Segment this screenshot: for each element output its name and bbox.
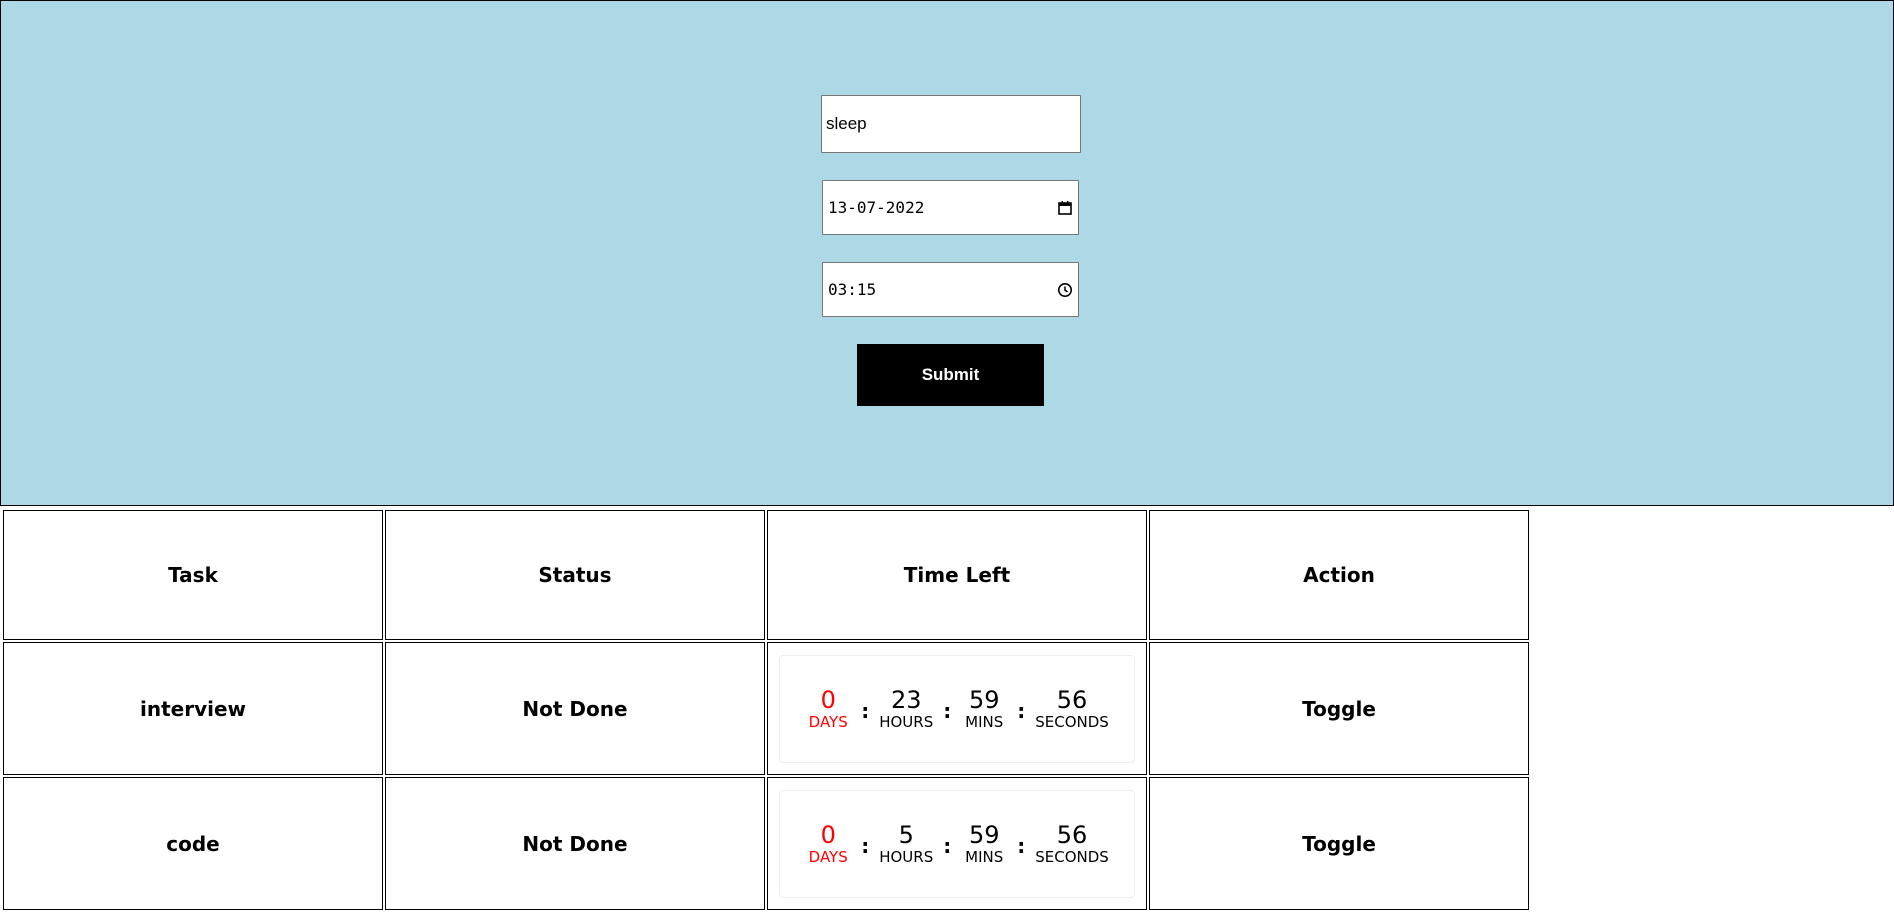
- header-task: Task: [3, 510, 383, 640]
- toggle-button[interactable]: Toggle: [1149, 777, 1529, 910]
- countdown-hours: 23 HOURS: [879, 686, 933, 731]
- header-action: Action: [1149, 510, 1529, 640]
- due-date-input[interactable]: 13-07-2022: [822, 180, 1079, 235]
- countdown-days: 0 DAYS: [805, 686, 851, 731]
- mins-value: 59: [968, 821, 1000, 849]
- header-status: Status: [385, 510, 765, 640]
- seconds-label: SECONDS: [1035, 848, 1109, 866]
- time-left-cell: 0 DAYS : 23 HOURS : 59 MINS : 56 SECONDS: [767, 642, 1147, 775]
- countdown-separator: :: [1017, 833, 1026, 858]
- due-time-input[interactable]: 03:15: [822, 262, 1079, 317]
- countdown-timer: 0 DAYS : 23 HOURS : 59 MINS : 56 SECONDS: [779, 654, 1135, 763]
- task-form-panel: sleep 13-07-2022 03:15 Submit: [0, 0, 1894, 506]
- table-header-row: Task Status Time Left Action: [3, 510, 1529, 640]
- calendar-icon[interactable]: [1057, 200, 1073, 216]
- countdown-seconds: 56 SECONDS: [1035, 821, 1109, 866]
- days-value: 0: [820, 821, 836, 849]
- days-label: DAYS: [808, 713, 848, 731]
- seconds-value: 56: [1056, 821, 1088, 849]
- task-table: Task Status Time Left Action interview N…: [0, 507, 1532, 913]
- header-time-left: Time Left: [767, 510, 1147, 640]
- mins-label: MINS: [965, 848, 1004, 866]
- days-label: DAYS: [808, 848, 848, 866]
- hours-label: HOURS: [879, 713, 934, 731]
- countdown-separator: :: [861, 698, 870, 723]
- toggle-button[interactable]: Toggle: [1149, 642, 1529, 775]
- status-cell: Not Done: [385, 777, 765, 910]
- table-row: interview Not Done 0 DAYS : 23 HOURS : 5…: [3, 642, 1529, 775]
- hours-value: 23: [890, 686, 922, 714]
- hours-value: 5: [898, 821, 914, 849]
- seconds-value: 56: [1056, 686, 1088, 714]
- countdown-days: 0 DAYS: [805, 821, 851, 866]
- countdown-separator: :: [861, 833, 870, 858]
- table-row: code Not Done 0 DAYS : 5 HOURS : 59 MINS…: [3, 777, 1529, 910]
- countdown-separator: :: [943, 833, 952, 858]
- hours-label: HOURS: [879, 848, 934, 866]
- countdown-timer: 0 DAYS : 5 HOURS : 59 MINS : 56 SECONDS: [779, 789, 1135, 898]
- task-cell: interview: [3, 642, 383, 775]
- status-cell: Not Done: [385, 642, 765, 775]
- time-left-cell: 0 DAYS : 5 HOURS : 59 MINS : 56 SECONDS: [767, 777, 1147, 910]
- days-value: 0: [820, 686, 836, 714]
- date-value: 13-07-2022: [828, 198, 925, 217]
- countdown-hours: 5 HOURS: [879, 821, 933, 866]
- countdown-seconds: 56 SECONDS: [1035, 686, 1109, 731]
- task-name-input[interactable]: sleep: [821, 95, 1081, 153]
- mins-value: 59: [968, 686, 1000, 714]
- countdown-mins: 59 MINS: [961, 821, 1007, 866]
- task-cell: code: [3, 777, 383, 910]
- clock-icon[interactable]: [1057, 282, 1073, 298]
- seconds-label: SECONDS: [1035, 713, 1109, 731]
- countdown-mins: 59 MINS: [961, 686, 1007, 731]
- countdown-separator: :: [1017, 698, 1026, 723]
- time-value: 03:15: [828, 280, 877, 299]
- mins-label: MINS: [965, 713, 1004, 731]
- submit-button[interactable]: Submit: [857, 344, 1044, 406]
- countdown-separator: :: [943, 698, 952, 723]
